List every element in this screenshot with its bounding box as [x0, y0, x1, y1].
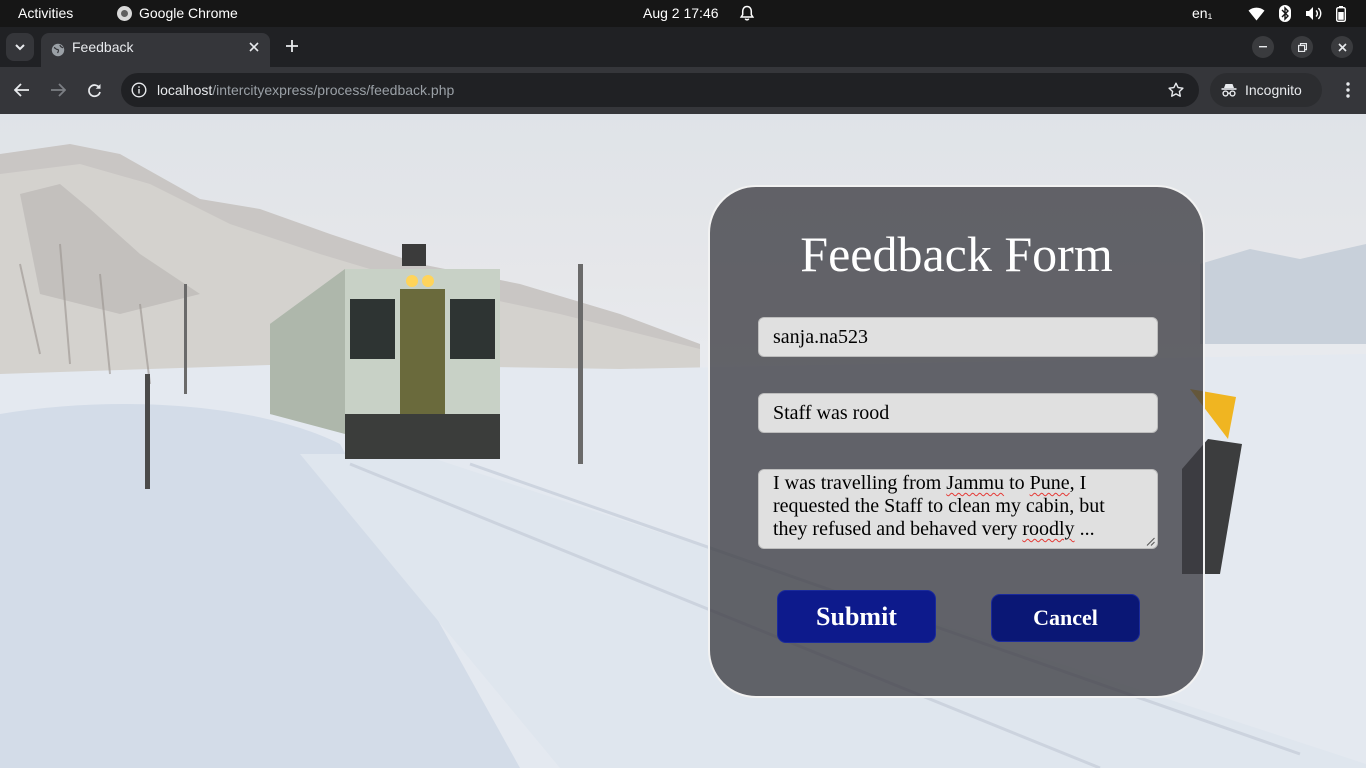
bluetooth-icon: [1279, 5, 1291, 22]
feedback-form-card: Feedback Form sanja.na523 Staff was rood…: [708, 185, 1205, 698]
new-tab-button[interactable]: [282, 36, 302, 56]
globe-icon: [51, 43, 65, 57]
plus-icon: [286, 40, 298, 52]
bell-icon[interactable]: [739, 5, 755, 22]
clock[interactable]: Aug 2 17:46: [643, 0, 719, 27]
misspelled-word: Pune: [1029, 472, 1070, 494]
message-textarea[interactable]: I was travelling from Jammu to Pune, I r…: [758, 469, 1158, 549]
language-indicator[interactable]: en₁: [1192, 0, 1212, 27]
page-viewport: Feedback Form sanja.na523 Staff was rood…: [0, 114, 1366, 768]
tab-title: Feedback: [72, 39, 134, 55]
url-host: localhost: [157, 82, 213, 98]
maximize-button[interactable]: [1291, 36, 1313, 58]
forward-icon: [51, 83, 66, 97]
system-top-bar: Activities Google Chrome Aug 2 17:46 en₁: [0, 0, 1366, 27]
url-text: localhost/intercityexpress/process/feedb…: [157, 73, 454, 107]
message-text: to: [1004, 472, 1030, 494]
subject-input[interactable]: Staff was rood: [758, 393, 1158, 433]
system-tray[interactable]: [1248, 0, 1346, 27]
incognito-icon: [1221, 84, 1237, 97]
forward-button[interactable]: [47, 79, 69, 101]
message-text: I was travelling from: [773, 472, 947, 494]
site-info-icon[interactable]: [130, 81, 148, 99]
address-bar[interactable]: localhost/intercityexpress/process/feedb…: [121, 73, 1199, 107]
tab-search-button[interactable]: [6, 33, 34, 61]
close-icon[interactable]: [246, 39, 262, 55]
chevron-down-icon: [15, 43, 25, 50]
resize-handle-icon[interactable]: [1146, 537, 1155, 546]
browser-toolbar: localhost/intercityexpress/process/feedb…: [0, 67, 1366, 114]
chrome-icon: [117, 6, 132, 21]
message-text: ...: [1074, 518, 1095, 540]
cancel-button[interactable]: Cancel: [991, 594, 1140, 642]
url-path: /intercityexpress/process/feedback.php: [212, 82, 455, 98]
misspelled-word: roodly: [1022, 518, 1075, 540]
battery-icon: [1336, 5, 1346, 22]
menu-button[interactable]: [1338, 79, 1358, 101]
incognito-indicator[interactable]: Incognito: [1210, 73, 1322, 107]
reload-button[interactable]: [83, 79, 105, 101]
app-menu[interactable]: Google Chrome: [117, 0, 238, 27]
form-title: Feedback Form: [800, 226, 1113, 282]
back-button[interactable]: [11, 79, 33, 101]
back-icon: [14, 83, 29, 97]
tab-feedback[interactable]: Feedback: [41, 33, 270, 67]
submit-button[interactable]: Submit: [777, 590, 936, 643]
volume-icon: [1305, 6, 1322, 21]
activities-button[interactable]: Activities: [18, 0, 73, 27]
window-close-button[interactable]: [1331, 36, 1353, 58]
misspelled-word: Jammu: [946, 472, 1005, 494]
minimize-button[interactable]: [1252, 36, 1274, 58]
star-icon[interactable]: [1167, 81, 1185, 99]
username-input[interactable]: sanja.na523: [758, 317, 1158, 357]
menu-icon: [1346, 82, 1350, 98]
tab-strip: Feedback: [0, 27, 1366, 67]
app-name: Google Chrome: [139, 5, 238, 21]
incognito-label: Incognito: [1245, 82, 1302, 98]
wifi-icon: [1248, 7, 1265, 21]
reload-icon: [87, 83, 101, 97]
